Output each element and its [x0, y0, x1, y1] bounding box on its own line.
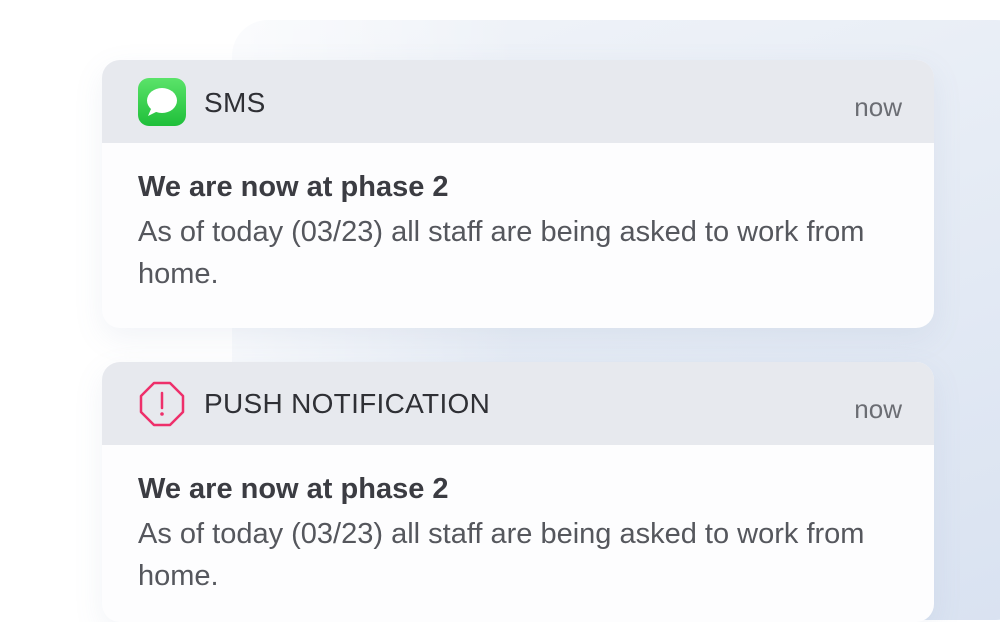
- alert-octagon-icon: [138, 380, 186, 428]
- app-name: SMS: [204, 87, 266, 118]
- notification-card-push[interactable]: PUSH NOTIFICATION now We are now at phas…: [102, 362, 934, 622]
- timestamp: now: [854, 92, 902, 122]
- app-name: PUSH NOTIFICATION: [204, 388, 491, 419]
- timestamp: now: [854, 394, 902, 424]
- notification-body: We are now at phase 2 As of today (03/23…: [102, 445, 934, 597]
- message-bubble-icon: [138, 78, 186, 126]
- notification-message: As of today (03/23) all staff are being …: [138, 518, 865, 592]
- notification-message: As of today (03/23) all staff are being …: [138, 216, 865, 290]
- notification-title: We are now at phase 2: [138, 473, 449, 505]
- notification-title: We are now at phase 2: [138, 171, 449, 203]
- notification-body: We are now at phase 2 As of today (03/23…: [102, 143, 934, 295]
- notification-header: SMS now: [102, 60, 934, 143]
- notification-header: PUSH NOTIFICATION now: [102, 362, 934, 445]
- notification-card-sms[interactable]: SMS now We are now at phase 2 As of toda…: [102, 60, 934, 328]
